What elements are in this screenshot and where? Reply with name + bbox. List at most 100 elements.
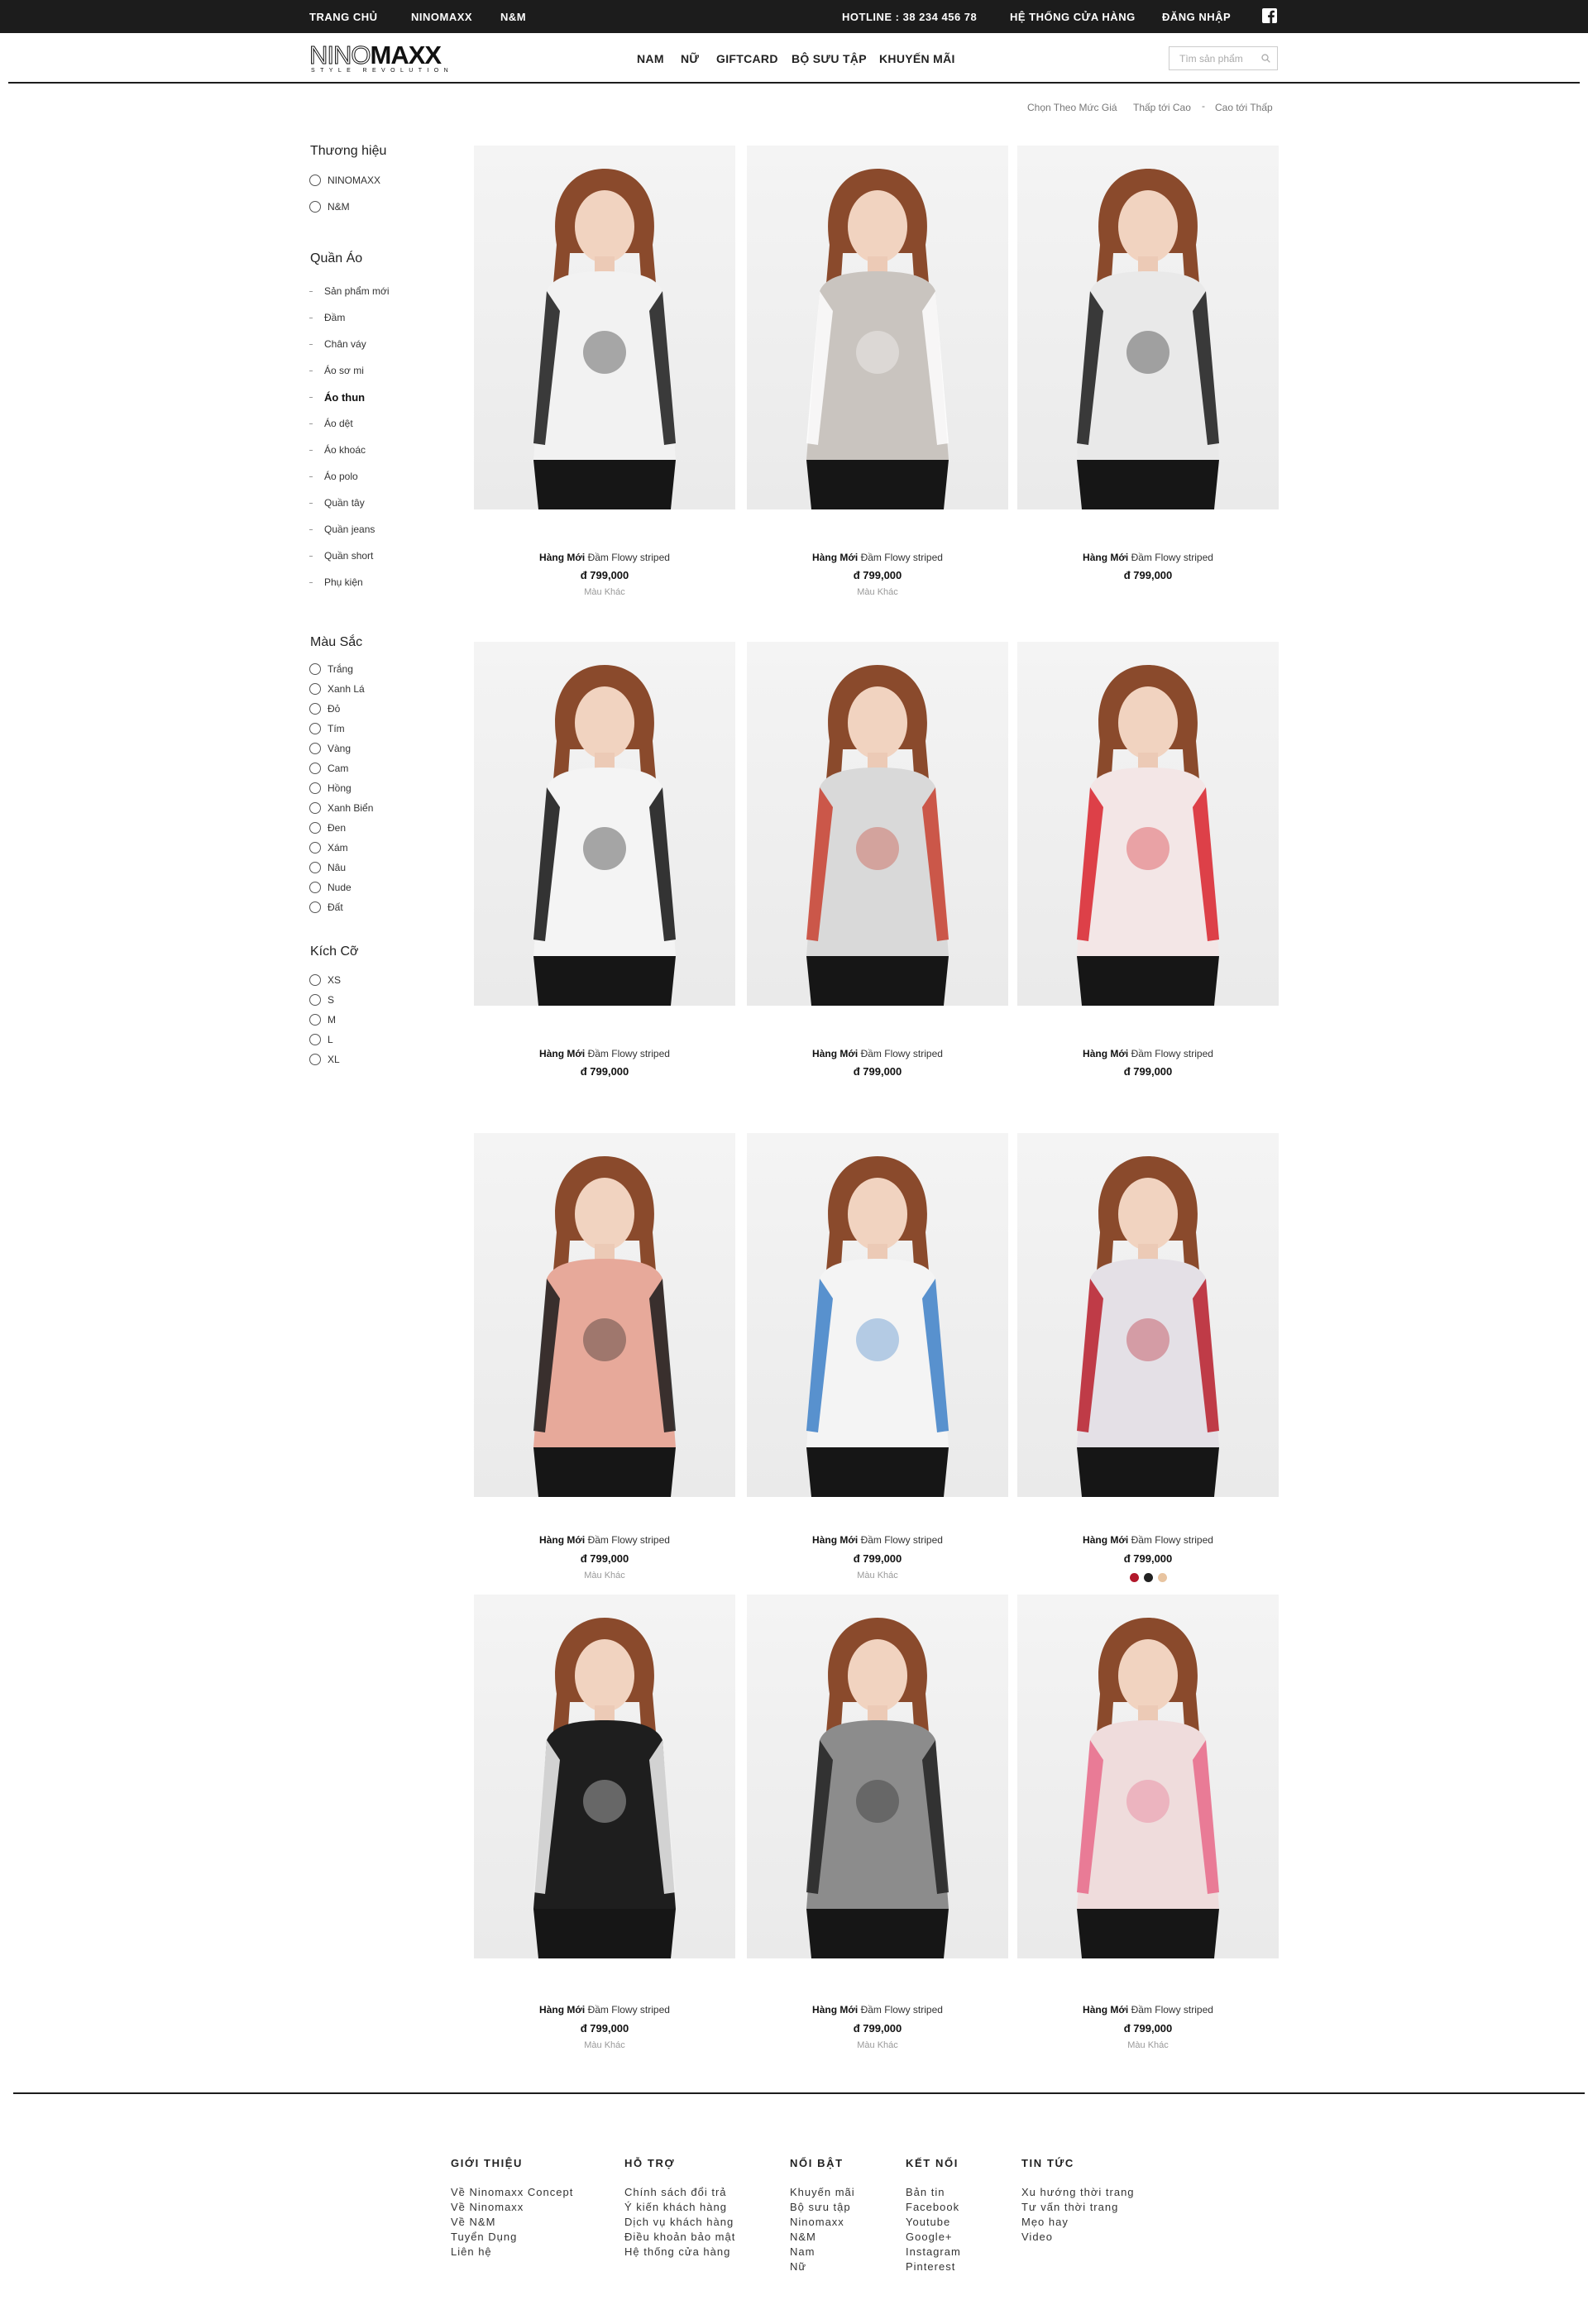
login-link[interactable]: ĐĂNG NHẬP — [1162, 11, 1231, 23]
product-title[interactable]: Hàng Mới Đầm Flowy striped — [1017, 552, 1279, 563]
product-title[interactable]: Hàng Mới Đầm Flowy striped — [747, 1534, 1008, 1546]
topnav-nm[interactable]: N&M — [500, 11, 526, 23]
more-colors-link[interactable]: Màu Khác — [474, 587, 735, 597]
product-title[interactable]: Hàng Mới Đầm Flowy striped — [747, 552, 1008, 563]
radio-circle[interactable] — [309, 862, 321, 873]
footer-link[interactable]: N&M — [790, 2230, 855, 2245]
bullet-dash — [309, 344, 313, 345]
search-icon[interactable] — [1261, 54, 1270, 63]
radio-circle[interactable] — [309, 1034, 321, 1045]
radio-circle[interactable] — [309, 1054, 321, 1065]
footer-link[interactable]: Nữ — [790, 2259, 855, 2274]
footer-link[interactable]: Instagram — [906, 2245, 961, 2259]
product-photo[interactable] — [747, 1595, 1008, 1958]
sort-high-low[interactable]: Cao tới Thấp — [1215, 102, 1273, 113]
product-photo[interactable] — [747, 146, 1008, 509]
brand-logo[interactable]: NINOMAXX STYLE REVOLUTION — [309, 42, 448, 76]
product-title[interactable]: Hàng Mới Đầm Flowy striped — [1017, 1048, 1279, 1059]
footer-link[interactable]: Chính sách đổi trả — [624, 2185, 735, 2200]
footer-link[interactable]: Mẹo hay — [1021, 2215, 1135, 2230]
product-photo[interactable] — [747, 642, 1008, 1006]
product-photo[interactable] — [474, 1133, 735, 1497]
sort-low-high[interactable]: Thấp tới Cao — [1133, 102, 1191, 113]
footer-link[interactable]: Pinterest — [906, 2259, 961, 2274]
more-colors-link[interactable]: Màu Khác — [474, 1571, 735, 1580]
more-colors-link[interactable]: Màu Khác — [747, 587, 1008, 597]
footer-link[interactable]: Video — [1021, 2230, 1135, 2245]
radio-circle[interactable] — [309, 723, 321, 734]
product-title[interactable]: Hàng Mới Đầm Flowy striped — [474, 1048, 735, 1059]
radio-circle[interactable] — [309, 901, 321, 913]
product-photo[interactable] — [1017, 642, 1279, 1006]
color-swatch[interactable] — [1143, 1573, 1153, 1582]
product-title[interactable]: Hàng Mới Đầm Flowy striped — [747, 1048, 1008, 1059]
product-name: Đầm Flowy striped — [1131, 1534, 1213, 1546]
footer-link[interactable]: Facebook — [906, 2200, 961, 2215]
product-photo[interactable] — [1017, 1595, 1279, 1958]
topnav-home[interactable]: TRANG CHỦ — [309, 11, 378, 23]
product-photo[interactable] — [474, 1595, 735, 1958]
product-title[interactable]: Hàng Mới Đầm Flowy striped — [474, 1534, 735, 1546]
footer-link[interactable]: Về Ninomaxx — [451, 2200, 573, 2215]
facebook-icon[interactable] — [1262, 8, 1277, 23]
topnav-ninomaxx[interactable]: NINOMAXX — [411, 11, 472, 23]
radio-circle[interactable] — [309, 1014, 321, 1026]
nav-item-giftcard[interactable]: GIFTCARD — [716, 52, 778, 65]
footer-link[interactable]: Ý kiến khách hàng — [624, 2200, 735, 2215]
radio-circle[interactable] — [309, 882, 321, 893]
product-photo[interactable] — [474, 146, 735, 509]
color-swatch[interactable] — [1129, 1573, 1139, 1582]
product-title[interactable]: Hàng Mới Đầm Flowy striped — [474, 2004, 735, 2016]
radio-circle[interactable] — [309, 763, 321, 774]
product-price: đ 799,000 — [853, 1065, 902, 1078]
footer-link[interactable]: Bộ sưu tập — [790, 2200, 855, 2215]
product-title[interactable]: Hàng Mới Đầm Flowy striped — [474, 552, 735, 563]
radio-circle[interactable] — [309, 663, 321, 675]
radio-circle[interactable] — [309, 974, 321, 986]
footer-link[interactable]: Tư vấn thời trang — [1021, 2200, 1135, 2215]
radio-circle[interactable] — [309, 802, 321, 814]
color-option-label: Đen — [328, 822, 347, 834]
footer-link[interactable]: Điều khoản bảo mật — [624, 2230, 735, 2245]
product-title[interactable]: Hàng Mới Đầm Flowy striped — [1017, 1534, 1279, 1546]
footer-link[interactable]: Về N&M — [451, 2215, 573, 2230]
footer-link[interactable]: Xu hướng thời trang — [1021, 2185, 1135, 2200]
nav-item-nam[interactable]: NAM — [637, 52, 664, 65]
product-title[interactable]: Hàng Mới Đầm Flowy striped — [1017, 2004, 1279, 2016]
footer-link[interactable]: Google+ — [906, 2230, 961, 2245]
radio-circle[interactable] — [309, 703, 321, 715]
footer-link[interactable]: Khuyến mãi — [790, 2185, 855, 2200]
footer-link[interactable]: Liên hệ — [451, 2245, 573, 2259]
more-colors-link[interactable]: Màu Khác — [474, 2040, 735, 2050]
product-photo[interactable] — [1017, 1133, 1279, 1497]
footer-link[interactable]: Bản tin — [906, 2185, 961, 2200]
footer-link[interactable]: Về Ninomaxx Concept — [451, 2185, 573, 2200]
stores-link[interactable]: HỆ THỐNG CỬA HÀNG — [1010, 11, 1136, 23]
radio-circle[interactable] — [309, 842, 321, 854]
radio-circle[interactable] — [309, 683, 321, 695]
more-colors-link[interactable]: Màu Khác — [747, 2040, 1008, 2050]
nav-item-nu[interactable]: NỮ — [681, 52, 699, 65]
color-swatch[interactable] — [1157, 1573, 1167, 1582]
footer-link[interactable]: Ninomaxx — [790, 2215, 855, 2230]
bullet-dash — [309, 476, 313, 477]
nav-item-promotion[interactable]: KHUYẾN MÃI — [879, 52, 955, 65]
radio-circle[interactable] — [309, 822, 321, 834]
radio-circle[interactable] — [309, 175, 321, 186]
product-photo[interactable] — [1017, 146, 1279, 509]
product-title[interactable]: Hàng Mới Đầm Flowy striped — [747, 2004, 1008, 2016]
footer-link[interactable]: Dịch vụ khách hàng — [624, 2215, 735, 2230]
footer-link[interactable]: Tuyển Dụng — [451, 2230, 573, 2245]
radio-circle[interactable] — [309, 201, 321, 213]
footer-link[interactable]: Youtube — [906, 2215, 961, 2230]
more-colors-link[interactable]: Màu Khác — [1017, 2040, 1279, 2050]
product-photo[interactable] — [474, 642, 735, 1006]
radio-circle[interactable] — [309, 994, 321, 1006]
radio-circle[interactable] — [309, 743, 321, 754]
more-colors-link[interactable]: Màu Khác — [747, 1571, 1008, 1580]
nav-item-collection[interactable]: BỘ SƯU TẬP — [792, 52, 867, 65]
footer-link[interactable]: Hệ thống cửa hàng — [624, 2245, 735, 2259]
footer-link[interactable]: Nam — [790, 2245, 855, 2259]
product-photo[interactable] — [747, 1133, 1008, 1497]
radio-circle[interactable] — [309, 782, 321, 794]
